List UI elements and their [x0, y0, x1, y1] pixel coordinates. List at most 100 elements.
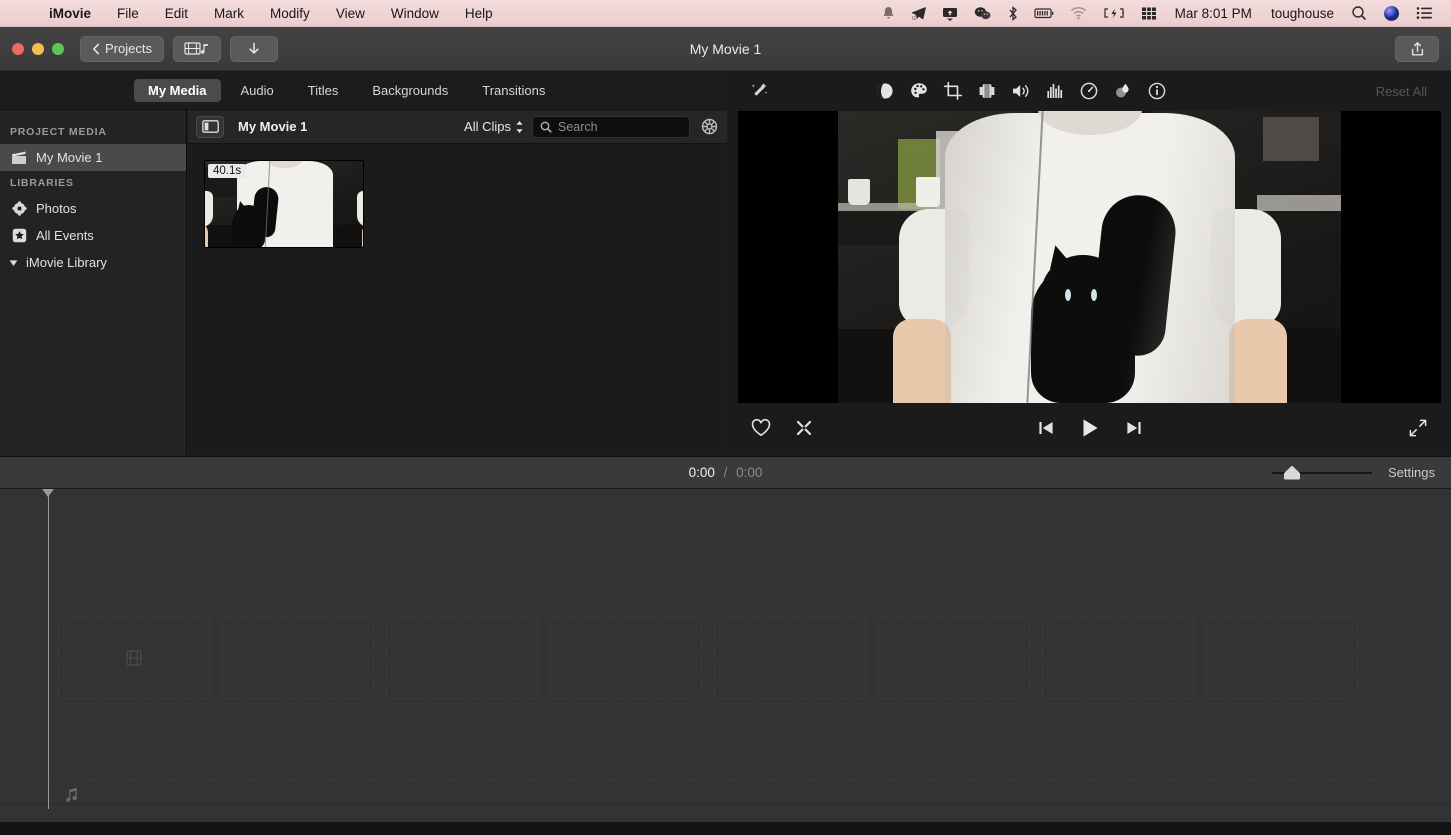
film-strip-icon [125, 649, 143, 667]
media-browser-pane: My Movie 1 All Clips Search 40.1s [188, 110, 727, 455]
disclosure-triangle-icon[interactable] [4, 257, 22, 268]
wifi-icon[interactable] [1062, 0, 1095, 27]
info-circle-icon[interactable] [1140, 74, 1174, 108]
menu-bar-clock[interactable]: Mar 8:01 PM [1165, 6, 1262, 21]
siri-icon[interactable] [1375, 0, 1408, 27]
reject-x-icon[interactable] [794, 418, 814, 438]
film-music-icon[interactable] [172, 35, 221, 62]
heart-icon[interactable] [750, 418, 772, 438]
sidebar-item-label: iMovie Library [26, 255, 107, 270]
tab-audio[interactable]: Audio [227, 79, 288, 102]
timeline-toolbar: 0:00 / 0:00 Settings [0, 456, 1451, 489]
timeline-placeholder-row [58, 617, 1358, 699]
clip-thumbnail[interactable]: 40.1s [204, 160, 364, 248]
stabilization-camera-icon[interactable] [970, 74, 1004, 108]
viewer-adjustment-toolbar: Reset All [728, 71, 1451, 111]
timeline-placeholder-box [386, 617, 538, 699]
apple-logo-icon[interactable] [10, 5, 36, 22]
clapperboard-icon [10, 150, 28, 165]
menu-imovie[interactable]: iMovie [36, 0, 104, 27]
airplay-display-icon[interactable] [934, 0, 966, 27]
menu-file[interactable]: File [104, 0, 152, 27]
timeline-placeholder-box [714, 617, 866, 699]
letterbox-bar-right [1341, 111, 1441, 403]
sidebar-item-imovie-library[interactable]: iMovie Library [0, 249, 186, 276]
timeline-pane[interactable]: Drag and drop video clips and photos fro… [0, 489, 1451, 835]
bell-icon[interactable] [874, 0, 903, 27]
back-to-projects-button[interactable]: Projects [80, 35, 164, 62]
menu-bar-username[interactable]: toughouse [1262, 6, 1343, 21]
download-arrow-icon[interactable] [229, 35, 278, 62]
mac-menu-bar: iMovie File Edit Mark Modify View Window… [0, 0, 1451, 27]
equalizer-noise-icon[interactable] [1038, 74, 1072, 108]
share-icon[interactable] [1395, 35, 1439, 62]
menu-modify[interactable]: Modify [257, 0, 323, 27]
updown-chevron-icon [515, 120, 524, 134]
skip-forward-icon[interactable] [1124, 419, 1144, 437]
imovie-window: iMovie File Edit Mark Modify View Window… [0, 0, 1451, 835]
letterbox-bar-left [738, 111, 838, 403]
timeline-audio-track[interactable] [48, 780, 1386, 814]
clips-filter-label: All Clips [464, 119, 511, 134]
clip-grid: 40.1s [188, 144, 727, 455]
timeline-placeholder-box [1206, 617, 1358, 699]
zoom-slider-thumb[interactable] [1284, 465, 1301, 480]
clips-filter-dropdown[interactable]: All Clips [464, 119, 524, 134]
tab-my-media[interactable]: My Media [134, 78, 221, 102]
sidebar-item-photos[interactable]: Photos [0, 195, 186, 222]
chevron-left-icon [92, 43, 100, 55]
playhead[interactable] [48, 489, 49, 809]
tab-titles[interactable]: Titles [294, 79, 353, 102]
reset-all-button[interactable]: Reset All [1376, 84, 1437, 99]
play-icon[interactable] [1078, 416, 1102, 440]
music-note-icon [64, 787, 78, 803]
browser-tab-bar: My Media Audio Titles Backgrounds Transi… [0, 71, 727, 110]
crop-icon[interactable] [936, 74, 970, 108]
magic-wand-enhance-icon[interactable] [742, 74, 776, 108]
battery-icon[interactable] [1026, 0, 1062, 27]
control-center-icon[interactable] [1408, 0, 1441, 27]
timeline-zoom-slider[interactable] [1272, 465, 1373, 480]
menu-mark[interactable]: Mark [201, 0, 257, 27]
menu-bar-status-area: G Mar 8:01 PM toughouse [874, 0, 1441, 27]
sidebar-toggle-icon[interactable] [196, 115, 224, 138]
clip-duration-badge: 40.1s [208, 164, 247, 178]
tab-transitions[interactable]: Transitions [468, 79, 559, 102]
search-icon [540, 121, 552, 133]
photos-flower-icon [10, 201, 28, 216]
timeline-placeholder-box [58, 617, 210, 699]
minimize-window-button[interactable] [32, 42, 44, 55]
search-input[interactable]: Search [532, 115, 690, 138]
clip-filter-drop-icon[interactable] [1106, 74, 1140, 108]
timeline-placeholder-box [1042, 617, 1194, 699]
bluetooth-icon[interactable] [1000, 0, 1026, 27]
telegram-icon[interactable]: G [903, 0, 934, 27]
close-window-button[interactable] [12, 42, 24, 55]
video-preview[interactable] [738, 111, 1441, 403]
volume-speaker-icon[interactable] [1004, 74, 1038, 108]
menu-window[interactable]: Window [378, 0, 452, 27]
total-time: 0:00 [736, 465, 763, 480]
search-icon[interactable] [1343, 0, 1375, 27]
menu-view[interactable]: View [323, 0, 378, 27]
menu-edit[interactable]: Edit [152, 0, 201, 27]
window-titlebar: Projects My Movie 1 [0, 27, 1451, 71]
fullscreen-expand-icon[interactable] [1407, 417, 1429, 439]
charging-battery-icon[interactable] [1095, 0, 1133, 27]
sidebar-item-all-events[interactable]: All Events [0, 222, 186, 249]
video-frame-image [838, 111, 1341, 403]
gear-icon[interactable] [700, 117, 719, 136]
color-correction-palette-icon[interactable] [902, 74, 936, 108]
window-traffic-lights [12, 42, 64, 55]
sidebar-item-my-movie-1[interactable]: My Movie 1 [0, 144, 186, 171]
maximize-window-button[interactable] [52, 42, 64, 55]
star-box-icon [10, 228, 28, 243]
menu-help[interactable]: Help [452, 0, 506, 27]
wechat-icon[interactable] [966, 0, 1000, 27]
tab-backgrounds[interactable]: Backgrounds [358, 79, 462, 102]
skip-back-icon[interactable] [1036, 419, 1056, 437]
input-source-grid-icon[interactable] [1133, 0, 1165, 27]
color-balance-icon[interactable] [868, 74, 902, 108]
svg-text:G: G [912, 16, 916, 21]
speed-gauge-icon[interactable] [1072, 74, 1106, 108]
